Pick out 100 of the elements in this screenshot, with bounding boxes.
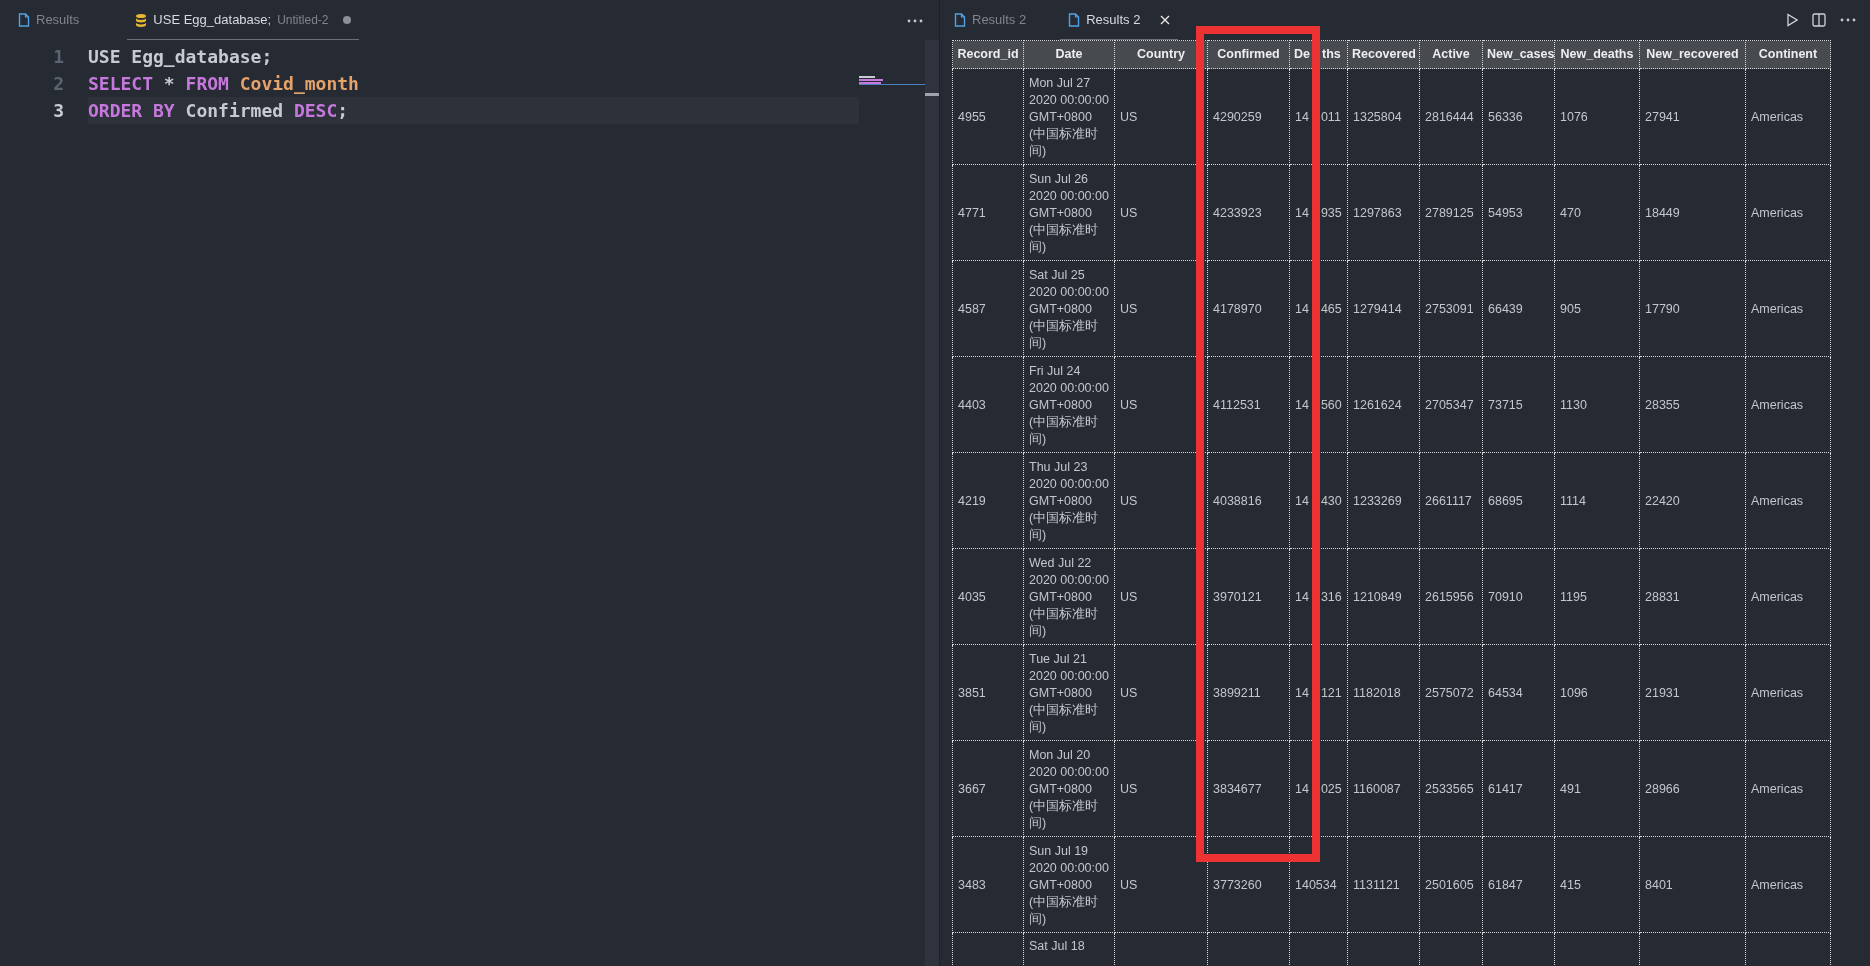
table-cell: 70910 — [1488, 589, 1523, 604]
table-cell: 1130 — [1560, 397, 1587, 412]
table-cell: 4771 — [958, 205, 986, 220]
table-cell: 14 — [1295, 589, 1309, 604]
table-cell: US — [1120, 877, 1138, 892]
table-cell: 4219 — [958, 493, 986, 508]
table-cell: 935 — [1320, 205, 1342, 220]
line-number: 1 — [52, 45, 64, 69]
column-header: Confirmed — [1217, 47, 1280, 61]
table-cell: 2533565 — [1425, 781, 1474, 796]
table-cell: 560 — [1320, 397, 1342, 412]
table-cell: 21931 — [1645, 685, 1680, 700]
table-cell: 3851 — [958, 685, 986, 700]
line-number: 3 — [52, 99, 64, 123]
table-cell: 3483 — [958, 877, 986, 892]
table-cell: US — [1120, 493, 1138, 508]
column-header: New_deaths — [1560, 47, 1634, 61]
table-cell: Sat Jul 18 — [1029, 939, 1085, 953]
file-icon — [18, 13, 30, 27]
table-cell: 1233269 — [1353, 493, 1402, 508]
table-cell: 22420 — [1645, 493, 1680, 508]
table-cell: 3667 — [958, 781, 986, 796]
column-header: Recovered — [1352, 47, 1416, 61]
table-cell: 415 — [1560, 877, 1581, 892]
table-cell: Mon Jul 27 2020 00:00:00 GMT+0800 (中国标准时间) — [1029, 75, 1109, 158]
table-cell: 61847 — [1488, 877, 1523, 892]
table-cell: 27941 — [1645, 109, 1680, 124]
table-cell: 66439 — [1488, 301, 1523, 316]
table-cell: Sat Jul 25 2020 00:00:00 GMT+0800 (中国标准时间) — [1029, 267, 1109, 350]
results-tab[interactable]: Results 2 — [946, 0, 1035, 40]
table-cell: 4178970 — [1213, 301, 1262, 316]
table-cell: 28831 — [1645, 589, 1680, 604]
table-cell: 1114 — [1560, 493, 1586, 508]
split-editor-icon — [1812, 13, 1826, 27]
column-header: De — [1294, 47, 1310, 61]
table-cell: Americas — [1751, 589, 1804, 604]
table-cell: Tue Jul 21 2020 00:00:00 GMT+0800 (中国标准时间) — [1029, 651, 1109, 734]
table-cell: 28966 — [1645, 781, 1680, 796]
code-line: SELECT * FROM Covid_month — [88, 72, 359, 96]
scrollbar-thumb[interactable] — [925, 93, 939, 96]
table-cell: 011 — [1320, 109, 1341, 124]
table-cell: 28355 — [1645, 397, 1680, 412]
table-cell: US — [1120, 109, 1138, 124]
column-header: Record_id — [957, 47, 1019, 61]
table-cell: 2705347 — [1425, 397, 1474, 412]
minimap-drawing[interactable] — [859, 76, 925, 85]
table-cell: 3773260 — [1213, 877, 1262, 892]
table-cell: 025 — [1320, 781, 1342, 796]
column-header: Date — [1055, 47, 1083, 61]
table-cell: 14 — [1295, 301, 1309, 316]
table-cell: 4955 — [958, 109, 986, 124]
table-cell: Americas — [1751, 109, 1804, 124]
table-cell: 316 — [1320, 589, 1342, 604]
table-cell: 68695 — [1488, 493, 1523, 508]
table-cell: Americas — [1751, 877, 1804, 892]
table-cell: Americas — [1751, 781, 1804, 796]
table-cell: 1325804 — [1353, 109, 1402, 124]
column-header: Active — [1432, 47, 1470, 61]
more-icon — [907, 18, 923, 23]
run-icon — [1786, 13, 1798, 27]
table-cell: 121 — [1320, 685, 1342, 700]
file-icon — [1068, 12, 1081, 27]
table-cell: 1182018 — [1353, 685, 1401, 700]
table-cell: Americas — [1751, 301, 1804, 316]
table-cell: 14 — [1295, 685, 1309, 700]
editor-tab[interactable]: USE Egg_database; Untitled-2 — [127, 0, 359, 40]
table-cell: 2753091 — [1425, 301, 1474, 316]
table-cell: Americas — [1751, 685, 1804, 700]
table-cell: Mon Jul 20 2020 00:00:00 GMT+0800 (中国标准时间) — [1029, 747, 1109, 830]
table-cell: 2661117 — [1425, 493, 1472, 508]
table-cell: 3834677 — [1213, 781, 1262, 796]
table-cell: 4233923 — [1213, 205, 1262, 220]
table-cell: 2501605 — [1425, 877, 1474, 892]
column-header: Country — [1137, 47, 1185, 61]
table-cell: 14 — [1295, 397, 1309, 412]
table-cell: Americas — [1751, 397, 1804, 412]
table-cell: 491 — [1560, 781, 1581, 796]
table-cell: 465 — [1320, 301, 1342, 316]
column-header: Continent — [1758, 47, 1818, 61]
table-cell: 2816444 — [1425, 109, 1474, 124]
table-cell: 14 — [1295, 109, 1309, 124]
table-cell: 17790 — [1645, 301, 1680, 316]
table-cell: 4290259 — [1213, 109, 1262, 124]
table-cell: Americas — [1751, 493, 1804, 508]
table-cell: 4035 — [958, 589, 986, 604]
table-cell: 4112531 — [1213, 397, 1261, 412]
table-cell: US — [1120, 685, 1138, 700]
line-number: 2 — [52, 72, 64, 96]
table-cell: 1261624 — [1353, 397, 1402, 412]
table-cell: US — [1120, 589, 1138, 604]
editor-tab[interactable]: Results — [10, 0, 88, 40]
table-cell: Sun Jul 19 2020 00:00:00 GMT+0800 (中国标准时间) — [1029, 843, 1109, 926]
table-cell: 3970121 — [1213, 589, 1262, 604]
table-cell: 8401 — [1645, 877, 1673, 892]
code-line: ORDER BY Confirmed DESC; — [88, 99, 349, 123]
table-cell: 14 — [1295, 205, 1309, 220]
table-cell: 3899211 — [1213, 685, 1261, 700]
table-cell: 1076 — [1560, 109, 1588, 124]
column-header: ths — [1322, 47, 1341, 61]
table-cell: Wed Jul 22 2020 00:00:00 GMT+0800 (中国标准时间) — [1029, 555, 1109, 638]
